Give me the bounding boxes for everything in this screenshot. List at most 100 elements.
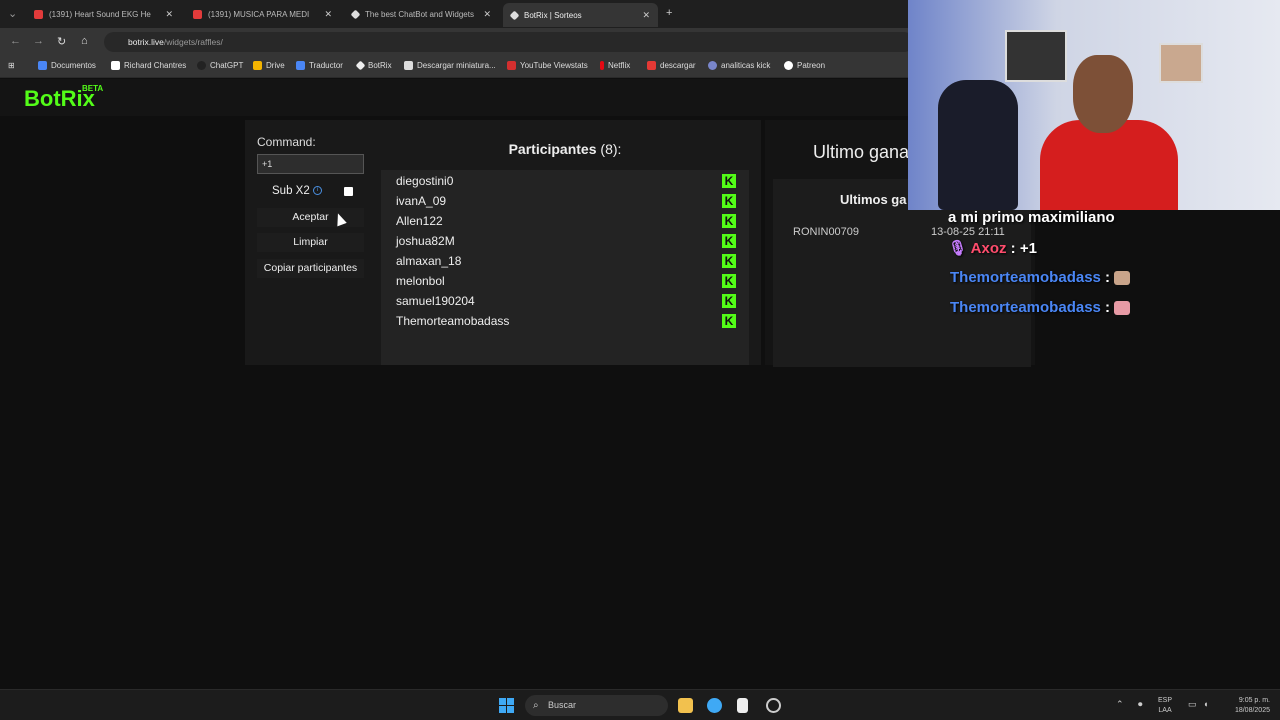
clear-button[interactable]: Limpiar [257,233,364,252]
command-input[interactable]: +1 [257,154,364,174]
volume-icon[interactable]: ◖ [1203,699,1208,709]
new-tab-icon[interactable]: + [666,7,672,19]
winner-name: RONIN00709 [793,226,860,238]
bookmark-item[interactable]: analiticas kick [708,61,770,70]
clock[interactable]: 9:05 p. m. 18/08/2025 [1222,696,1270,716]
browser-tab[interactable]: (1391) Heart Sound EKG He ✕ [26,4,181,24]
copy-participants-button[interactable]: Copiar participantes [257,259,364,278]
tab-label: (1391) MUSICA PARA MEDI [208,9,310,19]
reload-icon[interactable]: ↻ [57,35,66,48]
close-tab-icon[interactable]: ✕ [324,9,332,20]
bookmark-item[interactable]: ChatGPT [197,61,243,70]
participant-row: samuel190204 K [396,291,736,311]
bookmark-item[interactable]: Documentos [38,61,96,70]
bookmark-item[interactable]: Patreon [784,61,825,70]
participant-row: melonbol K [396,271,736,291]
bookmark-item[interactable]: Traductor [296,61,343,70]
close-tab-icon[interactable]: ✕ [483,9,491,20]
participant-row: Themorteamobadass K [396,311,736,331]
apps-icon[interactable]: ⊞ [8,61,15,70]
streamer-shirt [1040,120,1178,210]
botrix-icon [509,10,520,20]
participant-row: Allen122 K [396,211,736,231]
netflix-icon [600,61,604,70]
browser-tab[interactable]: (1391) MUSICA PARA MEDI ✕ [185,4,340,24]
bookmark-item[interactable]: descargar [647,61,696,70]
sub-x2-label: Sub X2 [272,185,310,197]
forward-icon[interactable]: → [33,35,44,47]
taskbar-search[interactable]: Buscar [525,695,668,716]
url-input[interactable]: botrix.live/widgets/raffles/ [104,32,914,52]
webcam-overlay [908,0,1280,210]
kick-icon: K [722,194,736,208]
botrix-icon [350,9,361,19]
tray-chevron-icon[interactable]: ⌃ [1116,699,1124,709]
mic-tray-icon[interactable]: ⏺ [1138,699,1143,709]
last-winner-title: Ultimo gana [813,142,910,162]
emote-icon [1114,271,1131,286]
windows-start-icon[interactable] [499,698,514,713]
participants-list: diegostini0 K ivanA_09 K Allen122 K joshua8… [381,170,749,365]
back-icon[interactable]: ← [10,35,21,47]
bookmark-item[interactable]: Netflix [600,61,630,70]
url-path: /widgets/raffles/ [163,37,223,47]
emote-icon [1114,301,1131,316]
streamer-head [1073,55,1133,133]
bookmark-item[interactable]: Richard Chantres [111,61,186,70]
streamer [1038,45,1178,210]
image-icon [404,61,413,70]
home-icon[interactable]: ⌂ [81,35,88,47]
kick-icon: K [722,314,736,328]
sub-x2-checkbox[interactable] [344,187,353,196]
browser-tab-active[interactable]: BotRix | Sorteos ✕ [503,3,658,27]
file-explorer-icon[interactable] [678,698,693,713]
chatgpt-icon [197,61,206,70]
participant-row: joshua82M K [396,231,736,251]
drive-icon [253,61,262,70]
participant-row: ivanA_09 K [396,191,736,211]
close-tab-icon[interactable]: ✕ [642,10,650,21]
kick-icon: K [722,174,736,188]
windows-taskbar: Buscar ⌕ ⌃ ⏺ ESP LAA ▭ ◖ 9:05 p. m. 18/08/… [0,689,1280,720]
winner-date: 13-08-25 21:11 [931,226,1005,238]
bookmark-item[interactable]: BotRix [355,60,392,71]
chat-message: Themorteamobadass : [950,299,1131,316]
tab-label: The best ChatBot and Widgets [365,9,474,19]
accept-button[interactable]: Aceptar [257,208,364,227]
tab-label: (1391) Heart Sound EKG He [49,9,151,19]
bookmark-item[interactable]: Descargar miniatura... [404,61,496,70]
analytics-icon [708,61,717,70]
participant-row: diegostini0 K [396,171,736,191]
browser-tab[interactable]: The best ChatBot and Widgets ✕ [344,4,499,24]
beta-badge: BETA [82,84,104,93]
youtube-icon [34,9,43,19]
mic-icon: 🎙 [948,240,968,257]
bookmark-item[interactable]: Drive [253,61,285,70]
chat-message: Themorteamobadass : [950,269,1131,286]
chat-message: a mi primo maximiliano [948,209,1115,226]
kick-icon: K [722,294,736,308]
notepad-icon[interactable] [737,698,748,713]
viewstats-icon [507,61,516,70]
chat-message: 🎙 Axoz : +1 [948,240,1037,257]
bookmark-item[interactable]: YouTube Viewstats [507,61,588,70]
obs-icon[interactable] [766,698,781,713]
info-icon[interactable]: i [313,186,322,195]
close-tab-icon[interactable]: ✕ [165,9,173,20]
network-icon[interactable]: ▭ [1188,699,1197,709]
download-icon [647,61,656,70]
botrix-icon [355,60,366,71]
participants-section: Participantes (8): diegostini0 K ivanA_09… [381,120,749,365]
docs-icon [38,61,47,70]
gaming-chair [938,80,1018,210]
tab-list-icon[interactable]: ⌄ [8,7,17,20]
language-indicator[interactable]: ESP LAA [1158,696,1172,716]
profile-icon [111,61,120,70]
chrome-icon[interactable] [707,698,722,713]
kick-icon: K [722,274,736,288]
search-icon: ⌕ [533,700,539,711]
command-label: Command: [257,135,316,149]
kick-icon: K [722,254,736,268]
raffle-panel: Command: +1 Sub X2 i Aceptar Limpiar Cop… [245,120,761,365]
url-host: botrix.live [128,37,164,47]
